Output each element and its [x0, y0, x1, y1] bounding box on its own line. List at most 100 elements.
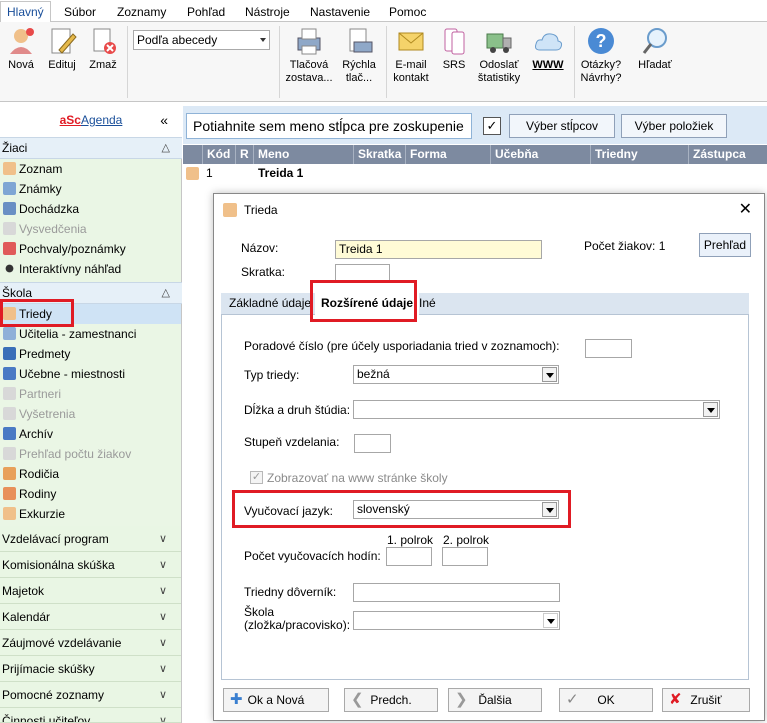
sidebar-item-vysetrenia[interactable]: Vyšetrenia	[0, 404, 181, 424]
collapse-sidebar-icon[interactable]: «	[160, 103, 168, 137]
section-komisionalna-skuska[interactable]: Komisionálna skúška ∨	[0, 552, 181, 578]
col-r[interactable]: R	[236, 145, 254, 164]
section-label: Pomocné zoznamy	[2, 688, 105, 702]
sidebar-item-partneri[interactable]: Partneri	[0, 384, 181, 404]
col-ucebna[interactable]: Učebňa	[491, 145, 591, 164]
sidebar-item-rodicia[interactable]: Rodičia	[0, 464, 181, 484]
sidebar-item-exkurzie[interactable]: Exkurzie	[0, 504, 181, 524]
section-label: Záujmové vzdelávanie	[2, 636, 122, 650]
www-button[interactable]: WWW	[528, 26, 568, 72]
duvernik-field[interactable]	[353, 583, 560, 602]
previous-button[interactable]: ❮ Predch.	[344, 688, 438, 712]
col-forma[interactable]: Forma	[406, 145, 491, 164]
hodiny-polrok2-field[interactable]	[442, 547, 488, 566]
col-meno[interactable]: Meno	[254, 145, 354, 164]
sidebar-item-zoznam[interactable]: Zoznam	[0, 159, 181, 179]
tab-subor[interactable]: Súbor	[58, 3, 102, 22]
print-report-button[interactable]: Tlačová zostava...	[284, 26, 334, 85]
chevron-down-icon	[543, 613, 558, 628]
col-skratka[interactable]: Skratka	[354, 145, 406, 164]
print-label-2: zostava...	[285, 72, 333, 84]
sidebar-item-pochvaly[interactable]: Pochvaly/poznámky	[0, 239, 181, 259]
cancel-button[interactable]: ✘ Zrušiť	[662, 688, 750, 712]
next-button[interactable]: ❯ Ďalšia	[448, 688, 542, 712]
edit-button[interactable]: Edituj	[45, 26, 79, 72]
send-stats-button[interactable]: Odoslať štatistiky	[474, 26, 524, 85]
col-zastupca[interactable]: Zástupca	[689, 145, 767, 164]
tab-nastavenie[interactable]: Nastavenie	[304, 3, 376, 22]
hodiny-polrok1-field[interactable]	[386, 547, 432, 566]
sidebar-item-label: Prehľad počtu žiakov	[19, 447, 132, 461]
sidebar-item-prehlad[interactable]: Prehľad počtu žiakov	[0, 444, 181, 464]
new-button[interactable]: Nová	[4, 26, 38, 72]
table-row[interactable]: 1 Treida 1	[183, 164, 767, 183]
srs-button[interactable]: SRS	[438, 26, 470, 72]
section-majetok[interactable]: Majetok ∨	[0, 578, 181, 604]
delete-button[interactable]: Zmaž	[86, 26, 120, 72]
chevron-down-icon: ∨	[158, 559, 167, 571]
tab-zoznamy[interactable]: Zoznamy	[111, 3, 172, 22]
tab-ine[interactable]: Iné	[413, 293, 442, 315]
archive-icon	[3, 427, 16, 440]
col-kod[interactable]: Kód	[203, 145, 236, 164]
section-ziaci-body: Zoznam Známky Dochádzka Vysvedčenia Poch…	[0, 159, 181, 282]
section-prijimacie-skusky[interactable]: Prijímacie skúšky ∨	[0, 656, 181, 682]
chevron-down-icon: ∨	[158, 715, 167, 723]
sidebar-item-predmety[interactable]: Predmety	[0, 344, 181, 364]
sidebar-item-ucitelia[interactable]: Učitelia - zamestnanci	[0, 324, 181, 344]
sort-select[interactable]: Podľa abecedy	[133, 30, 270, 50]
sidebar-item-rodiny[interactable]: Rodiny	[0, 484, 181, 504]
ribbon-separator	[127, 26, 128, 98]
sidebar-item-archiv[interactable]: Archív	[0, 424, 181, 444]
poradove-field[interactable]	[585, 339, 632, 358]
polrok2-label: 2. polrok	[443, 533, 490, 547]
sidebar-item-znamky[interactable]: Známky	[0, 179, 181, 199]
col-triedny[interactable]: Triedny	[591, 145, 689, 164]
ribbon-separator	[279, 26, 280, 98]
search-button[interactable]: Hľadať	[632, 26, 678, 72]
ok-and-new-button[interactable]: ✚ Ok a Nová	[223, 688, 329, 712]
tab-pohlad[interactable]: Pohľad	[181, 3, 231, 22]
dlzka-select[interactable]	[353, 400, 720, 419]
tab-zakladne-udaje[interactable]: Základné údaje	[223, 293, 317, 315]
brand-logo-agenda[interactable]: Agenda	[81, 113, 122, 127]
partner-icon	[3, 387, 16, 400]
brand-logo-asc[interactable]: aSc	[60, 113, 81, 127]
ok-button[interactable]: ✓ OK	[559, 688, 653, 712]
section-cinnosti-ucitelov[interactable]: Činnosti učiteľov ∨	[0, 708, 181, 723]
section-zaujmove-vzdelavanie[interactable]: Záujmové vzdelávanie ∨	[0, 630, 181, 656]
help-button[interactable]: ? Otázky? Návrhy?	[578, 26, 624, 85]
chevron-right-icon: ❯	[455, 691, 468, 708]
overview-button[interactable]: Prehľad	[699, 233, 751, 257]
class-icon	[223, 203, 237, 217]
trip-icon	[3, 507, 16, 520]
nazov-field[interactable]: Treida 1	[335, 240, 542, 259]
chevron-up-icon: △	[161, 287, 170, 299]
sidebar-item-nahlad[interactable]: Interaktívny náhľad	[0, 259, 181, 279]
www-checkbox[interactable]: ✓	[250, 471, 263, 484]
columns-select-button[interactable]: Výber stĺpcov	[509, 114, 615, 138]
chevron-left-icon: ❮	[351, 691, 364, 708]
section-vzdelavaci-program[interactable]: Vzdelávací program ∨	[0, 526, 181, 552]
student-count: Počet žiakov: 1	[584, 239, 666, 253]
sidebar-item-dochadzka[interactable]: Dochádzka	[0, 199, 181, 219]
group-drop-zone[interactable]: Potiahnite sem meno stĺpca pre zoskupeni…	[186, 113, 472, 139]
skola-select[interactable]	[353, 611, 560, 630]
cloud-icon	[535, 33, 563, 51]
sidebar-item-ucebne[interactable]: Učebne - miestnosti	[0, 364, 181, 384]
quick-print-button[interactable]: Rýchla tlač...	[338, 26, 380, 85]
section-kalendar[interactable]: Kalendár ∨	[0, 604, 181, 630]
email-contact-button[interactable]: E-mail kontakt	[390, 26, 432, 85]
typ-select[interactable]: bežná	[353, 365, 559, 384]
close-icon[interactable]: ✕	[739, 194, 752, 226]
tab-pomoc[interactable]: Pomoc	[383, 3, 432, 22]
highlight-rozsirene-tab	[310, 280, 417, 322]
items-select-button[interactable]: Výber položiek	[621, 114, 727, 138]
stupen-field[interactable]	[354, 434, 391, 453]
section-header-ziaci[interactable]: Žiaci △	[0, 137, 182, 159]
tab-hlavny[interactable]: Hlavný	[0, 1, 51, 23]
checkbox-icon[interactable]: ✓	[483, 117, 501, 135]
section-pomocne-zoznamy[interactable]: Pomocné zoznamy ∨	[0, 682, 181, 708]
tab-nastroje[interactable]: Nástroje	[239, 3, 296, 22]
sidebar-item-vysvedcenia[interactable]: Vysvedčenia	[0, 219, 181, 239]
